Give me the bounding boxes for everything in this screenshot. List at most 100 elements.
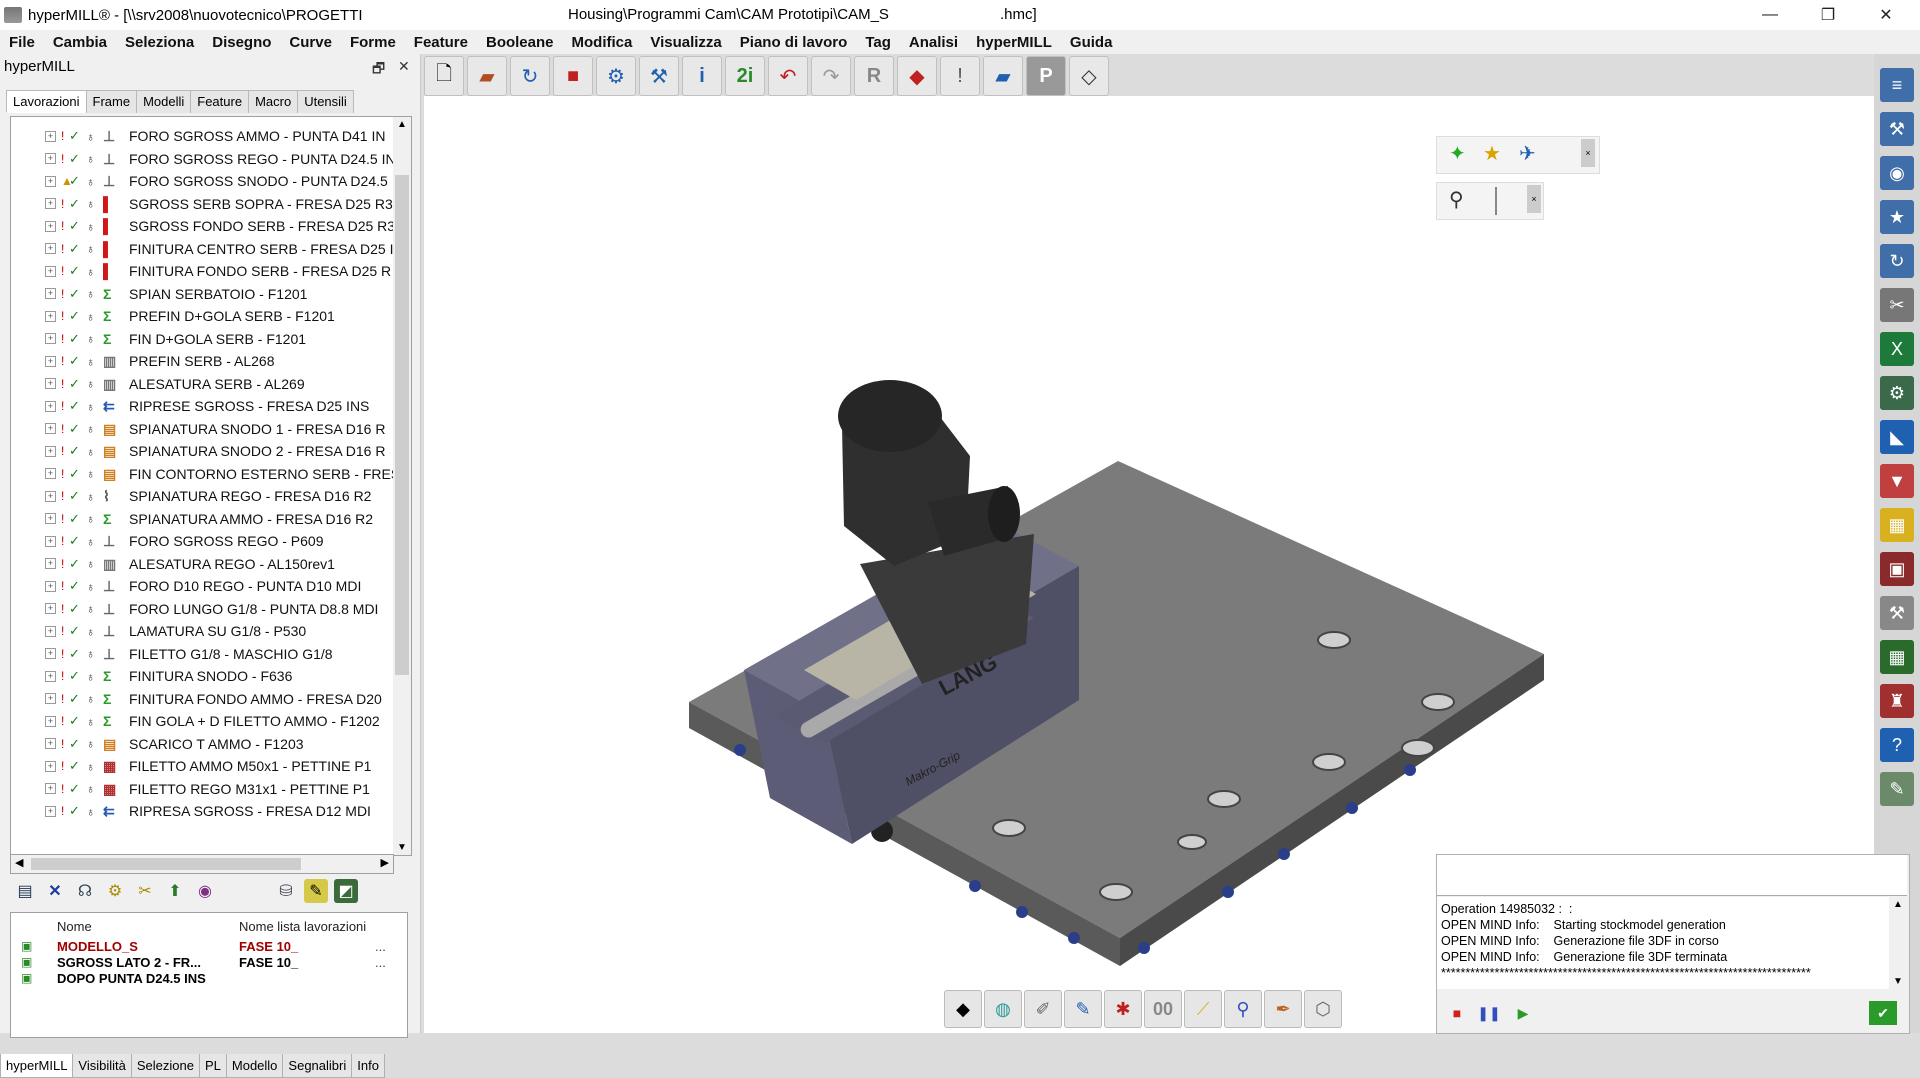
globe-icon[interactable]: ◍ xyxy=(984,990,1022,1028)
database-icon[interactable]: ⛁ xyxy=(274,879,298,903)
bulb-icon[interactable]: ♁ xyxy=(86,242,96,256)
tree-row[interactable]: +! ✓ ♁ ▌ FINITURA FONDO SERB - FRESA D25 R xyxy=(11,260,391,282)
postprocess-icon[interactable]: ✎ xyxy=(304,879,328,903)
expand-icon[interactable]: + xyxy=(45,670,56,682)
surface-icon[interactable]: ◣ xyxy=(1880,420,1914,454)
tree-row[interactable]: +! ✓ ♁ ⊥ LAMATURA SU G1/8 - P530 xyxy=(11,620,391,642)
measure-icon[interactable]: ✐ xyxy=(1024,990,1062,1028)
light-icon[interactable]: ✦ xyxy=(1449,141,1466,166)
bottom-tab-visibilit[interactable]: Visibilità xyxy=(72,1054,132,1078)
tab-utensili[interactable]: Utensili xyxy=(297,90,354,113)
panel-close-button[interactable]: ✕ xyxy=(398,58,410,75)
bulb-icon[interactable]: ♁ xyxy=(86,715,96,729)
tree-row[interactable]: +! ✓ ♁ Σ SPIAN SERBATOIO - F1201 xyxy=(11,283,391,305)
expand-icon[interactable]: + xyxy=(45,468,56,479)
link-icon[interactable]: ☊ xyxy=(73,879,97,903)
machine-tool-icon[interactable]: ▣ xyxy=(1880,552,1914,586)
tree-row[interactable]: +! ✓ ♁ ⌇ SPIANATURA REGO - FRESA D16 R2 xyxy=(11,485,391,507)
bulb-icon[interactable]: ♁ xyxy=(86,175,96,189)
bulb-icon[interactable]: ♁ xyxy=(86,647,96,661)
solid-icon[interactable]: ◆ xyxy=(897,56,937,96)
tree-row[interactable]: +! ✓ ♁ ▥ ALESATURA REGO - AL150rev1 xyxy=(11,553,391,575)
check-icon[interactable]: ✓ xyxy=(69,398,80,414)
tree-row[interactable]: +! ✓ ♁ Σ SPIANATURA AMMO - FRESA D16 R2 xyxy=(11,508,391,530)
jobs-tree[interactable]: +! ✓ ♁ ⊥ FORO SGROSS AMMO - PUNTA D41 IN +! ✓ ♁… xyxy=(10,116,412,856)
expand-icon[interactable]: + xyxy=(45,153,56,164)
stock-icon[interactable]: ▰ xyxy=(467,56,507,96)
tree-row[interactable]: +! ✓ ♁ ▤ SPIANATURA SNODO 1 - FRESA D16 R xyxy=(11,418,391,440)
check-icon[interactable]: ✓ xyxy=(69,488,80,504)
menu-item-feature[interactable]: Feature xyxy=(405,34,477,51)
tree-row[interactable]: +! ✓ ♁ ⊥ FORO LUNGO G1/8 - PUNTA D8.8 MDI xyxy=(11,598,391,620)
check-icon[interactable]: ✓ xyxy=(69,668,80,684)
expand-icon[interactable]: + xyxy=(45,333,56,344)
expand-icon[interactable]: + xyxy=(45,445,56,457)
floating-close-2[interactable]: × xyxy=(1527,185,1541,213)
simulation-icon[interactable]: ▰ xyxy=(983,56,1023,96)
bulb-icon[interactable]: ♁ xyxy=(86,332,96,346)
bulb-icon[interactable]: ♁ xyxy=(86,805,96,819)
menu-item-hypermill[interactable]: hyperMILL xyxy=(967,34,1061,51)
check-icon[interactable]: ✓ xyxy=(69,578,80,594)
expand-icon[interactable]: + xyxy=(45,243,56,254)
menu-item-modifica[interactable]: Modifica xyxy=(563,34,642,51)
wrench-icon[interactable]: ⚒ xyxy=(1880,596,1914,630)
tree-row[interactable]: +! ✓ ♁ ▌ SGROSS FONDO SERB - FRESA D25 R3 xyxy=(11,215,395,237)
check-icon[interactable]: ✓ xyxy=(69,151,80,167)
tree-horizontal-scrollbar[interactable]: ◀ ▶ xyxy=(10,854,394,874)
tree-row[interactable]: +! ✓ ♁ ▤ SCARICO T AMMO - F1203 xyxy=(11,733,391,755)
expand-icon[interactable]: + xyxy=(45,513,56,524)
expand-icon[interactable]: + xyxy=(45,288,56,299)
check-icon[interactable]: ✓ xyxy=(69,308,80,324)
shade-icon[interactable]: ◆ xyxy=(944,990,982,1028)
tree-row[interactable]: +! ✓ ♁ ⇇ RIPRESE SGROSS - FRESA D25 INS xyxy=(11,395,391,417)
bulb-icon[interactable]: ♁ xyxy=(86,512,96,526)
bottom-tab-modello[interactable]: Modello xyxy=(225,1054,284,1078)
tool-holder-icon[interactable]: ⚲ xyxy=(1224,990,1262,1028)
expand-icon[interactable]: + xyxy=(45,198,56,209)
bottom-tab-pl[interactable]: PL xyxy=(198,1054,227,1078)
tree-row[interactable]: + ▲ ✓ ♁ ⊥ FORO SGROSS SNODO - PUNTA D24.5 xyxy=(11,170,391,192)
probe-icon[interactable]: ⚲ xyxy=(1449,187,1464,212)
bulb-icon[interactable]: ♁ xyxy=(86,625,96,639)
tree-row[interactable]: +! ✓ ♁ Σ FINITURA SNODO - F636 xyxy=(11,665,391,687)
tree-row[interactable]: +! ✓ ♁ Σ FIN GOLA + D FILETTO AMMO - F1202 xyxy=(11,710,391,732)
tree-row[interactable]: +! ✓ ♁ ⊥ FORO SGROSS REGO - PUNTA D24.5 IN xyxy=(11,148,396,170)
tools-icon[interactable]: ✂ xyxy=(1880,288,1914,322)
check-icon[interactable]: ✓ xyxy=(69,286,80,302)
bulb-icon[interactable]: ♁ xyxy=(86,310,96,324)
expand-icon[interactable]: + xyxy=(45,760,56,772)
restore-button[interactable]: ❐ xyxy=(1800,0,1856,30)
scroll-down-icon[interactable]: ▼ xyxy=(397,842,407,853)
expand-icon[interactable]: + xyxy=(45,648,56,659)
expand-icon[interactable]: + xyxy=(45,175,56,187)
tree-row[interactable]: +! ✓ ♁ ⊥ FILETTO G1/8 - MASCHIO G1/8 xyxy=(11,643,391,665)
check-icon[interactable]: ✓ xyxy=(69,511,80,527)
redo-icon[interactable]: ↷ xyxy=(811,56,851,96)
tab-macro[interactable]: Macro xyxy=(248,90,299,113)
calculate-icon[interactable]: ⚙ xyxy=(103,879,127,903)
check-icon[interactable]: ✓ xyxy=(69,263,80,279)
expand-icon[interactable]: + xyxy=(45,220,56,232)
tree-scroll-thumb[interactable] xyxy=(395,175,409,675)
star-icon[interactable]: ★ xyxy=(1483,141,1501,166)
menu-item-disegno[interactable]: Disegno xyxy=(203,34,280,51)
tree-row[interactable]: +! ✓ ♁ ▦ FILETTO AMMO M50x1 - PETTINE P1 xyxy=(11,755,391,777)
report-icon[interactable]: ◩ xyxy=(334,879,358,903)
tab-modelli[interactable]: Modelli xyxy=(136,90,192,113)
menu-item-analisi[interactable]: Analisi xyxy=(900,34,967,51)
bulb-icon[interactable]: ♁ xyxy=(86,220,96,234)
expand-icon[interactable]: + xyxy=(45,603,56,614)
cut-icon[interactable]: ✂ xyxy=(133,879,157,903)
bulb-icon[interactable]: ♁ xyxy=(86,535,96,549)
expand-icon[interactable]: + xyxy=(45,490,56,502)
expand-icon[interactable]: + xyxy=(45,423,56,434)
expand-icon[interactable]: + xyxy=(45,715,56,727)
check-icon[interactable]: ✓ xyxy=(69,736,80,752)
check-icon[interactable]: ✓ xyxy=(69,421,80,437)
tree-row[interactable]: +! ✓ ♁ ⊥ FORO SGROSS AMMO - PUNTA D41 IN xyxy=(11,125,391,147)
tree-row[interactable]: +! ✓ ♁ ▌ FINITURA CENTRO SERB - FRESA D25 I xyxy=(11,238,394,260)
bulb-icon[interactable]: ♁ xyxy=(86,422,96,436)
excel-icon[interactable]: X xyxy=(1880,332,1914,366)
check-icon[interactable]: ✓ xyxy=(69,623,80,639)
